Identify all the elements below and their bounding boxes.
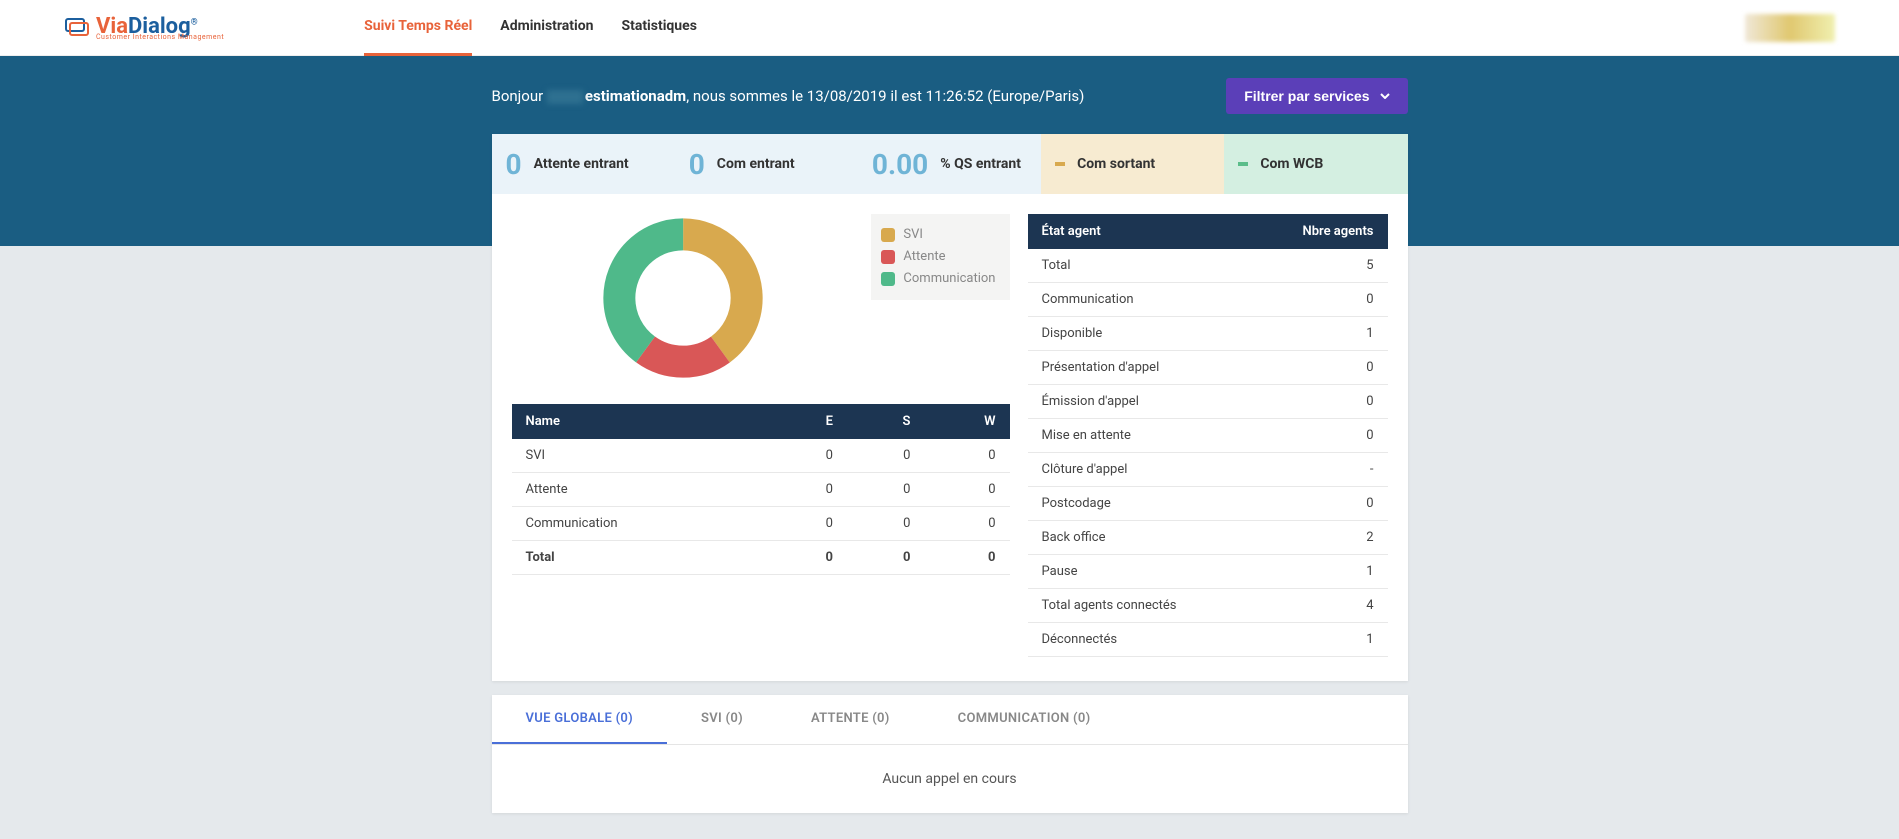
table-row: Communication000: [512, 507, 1010, 541]
kpi-label: Com sortant: [1077, 156, 1155, 172]
logo-icon: [64, 17, 90, 39]
table-row: Présentation d'appel0: [1028, 351, 1388, 385]
kpi-label: % QS entrant: [940, 156, 1021, 172]
dash-icon: [1238, 162, 1248, 166]
legend-item-communication: Communication: [881, 268, 995, 290]
table-row: SVI000: [512, 439, 1010, 473]
nav-admin[interactable]: Administration: [500, 0, 593, 56]
table-row: Total agents connectés4: [1028, 589, 1388, 623]
filter-services-button[interactable]: Filtrer par services: [1226, 78, 1407, 114]
hero-band: Bonjour estimationadm, nous sommes le 13…: [0, 56, 1899, 246]
table-row: Déconnectés1: [1028, 623, 1388, 657]
kpi-label: Attente entrant: [534, 156, 629, 172]
kpi-com-sortant: Com sortant: [1041, 134, 1224, 194]
kpi-attente-entrant: 0 Attente entrant: [492, 134, 675, 194]
kpi-com-wcb: Com WCB: [1224, 134, 1407, 194]
table-row: Communication0: [1028, 283, 1388, 317]
table-row: Émission d'appel0: [1028, 385, 1388, 419]
col-e: E: [770, 404, 846, 439]
calls-table: Name E S W SVI000Attente000Communication…: [512, 404, 1010, 575]
top-bar: ViaDialog® Customer Interactions Managem…: [0, 0, 1899, 56]
user-avatar[interactable]: [1745, 14, 1835, 42]
col-state: État agent: [1028, 214, 1252, 249]
dash-icon: [1055, 162, 1065, 166]
tab-attente[interactable]: ATTENTE (0): [777, 695, 924, 744]
kpi-com-entrant: 0 Com entrant: [675, 134, 858, 194]
kpi-row: 0 Attente entrant 0 Com entrant 0.00 % Q…: [492, 134, 1408, 194]
table-row: Total5: [1028, 249, 1388, 283]
kpi-label: Com WCB: [1260, 156, 1323, 172]
table-row: Disponible1: [1028, 317, 1388, 351]
main-nav: Suivi Temps Réel Administration Statisti…: [364, 0, 697, 56]
chevron-down-icon: [1380, 93, 1390, 99]
filter-button-label: Filtrer par services: [1244, 88, 1369, 104]
logo[interactable]: ViaDialog® Customer Interactions Managem…: [64, 14, 224, 41]
kpi-label: Com entrant: [717, 156, 795, 172]
greeting-text: Bonjour estimationadm, nous sommes le 13…: [492, 87, 1085, 105]
calls-tabs-card: VUE GLOBALE (0) SVI (0) ATTENTE (0) COMM…: [492, 695, 1408, 813]
table-row: Back office2: [1028, 521, 1388, 555]
kpi-value: 0: [506, 148, 522, 181]
table-row-total: Total000: [512, 541, 1010, 575]
tab-global[interactable]: VUE GLOBALE (0): [492, 695, 668, 744]
table-row: Pause1: [1028, 555, 1388, 589]
nav-realtime[interactable]: Suivi Temps Réel: [364, 0, 472, 56]
col-name: Name: [512, 404, 771, 439]
main-card: 0 Attente entrant 0 Com entrant 0.00 % Q…: [492, 134, 1408, 681]
legend-item-attente: Attente: [881, 246, 995, 268]
tab-communication[interactable]: COMMUNICATION (0): [924, 695, 1125, 744]
agent-state-table: État agent Nbre agents Total5Communicati…: [1028, 214, 1388, 657]
kpi-value: 0: [689, 148, 705, 181]
redacted-region: [547, 90, 583, 104]
chart-legend: SVI Attente Communication: [871, 214, 1009, 300]
col-s: S: [847, 404, 925, 439]
kpi-qs-entrant: 0.00 % QS entrant: [858, 134, 1041, 194]
calls-tabs: VUE GLOBALE (0) SVI (0) ATTENTE (0) COMM…: [492, 695, 1408, 745]
legend-item-svi: SVI: [881, 224, 995, 246]
table-row: Mise en attente0: [1028, 419, 1388, 453]
table-row: Attente000: [512, 473, 1010, 507]
kpi-value: 0.00: [872, 148, 928, 181]
table-row: Clôture d'appel-: [1028, 453, 1388, 487]
tab-svi[interactable]: SVI (0): [667, 695, 777, 744]
col-w: W: [924, 404, 1009, 439]
nav-stats[interactable]: Statistiques: [621, 0, 696, 56]
col-count: Nbre agents: [1251, 214, 1387, 249]
table-row: Postcodage0: [1028, 487, 1388, 521]
tab-content-empty: Aucun appel en cours: [492, 745, 1408, 813]
donut-chart: [512, 214, 856, 382]
logo-subtitle: Customer Interactions Management: [96, 33, 224, 41]
